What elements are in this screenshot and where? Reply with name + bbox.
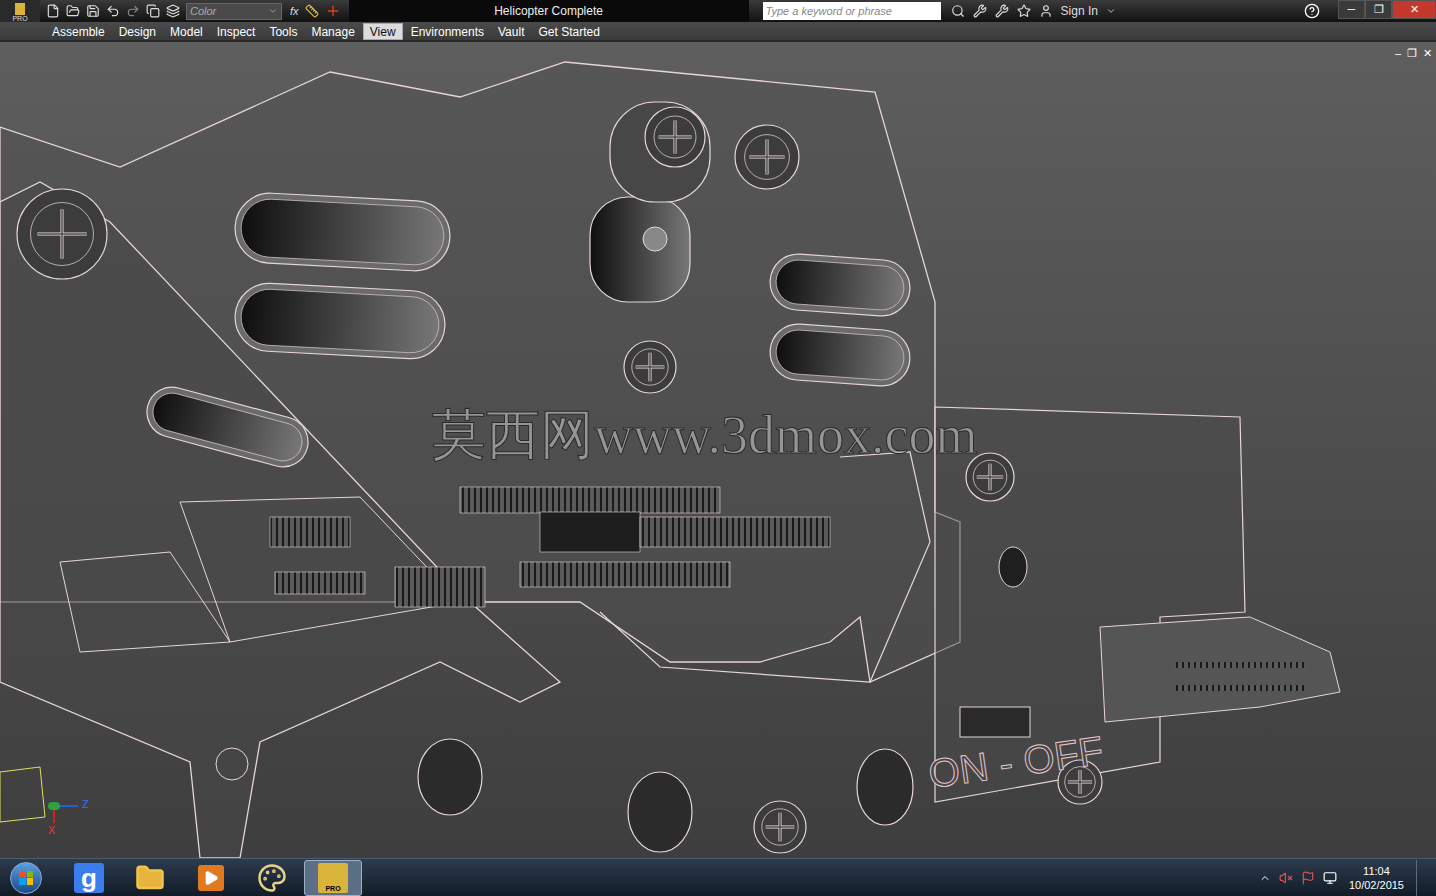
- user-icon: [1039, 4, 1053, 18]
- undo-icon[interactable]: [106, 4, 120, 18]
- add-icon[interactable]: [325, 3, 341, 19]
- gear: [460, 487, 720, 513]
- taskbar: g PRO 11:0410/02/2015: [0, 858, 1436, 896]
- slot: [768, 252, 912, 318]
- redo-icon[interactable]: [126, 4, 140, 18]
- viewport-control-button[interactable]: ✕: [1423, 45, 1432, 62]
- taskbar-app[interactable]: PRO: [304, 860, 362, 896]
- viewport-controls: –❐ ✕: [1395, 45, 1432, 62]
- bore: [590, 197, 690, 302]
- formula-button[interactable]: fx: [290, 3, 299, 20]
- ribbon-tab[interactable]: Vault: [492, 23, 530, 40]
- window-control-button[interactable]: ─: [1338, 0, 1365, 19]
- start-button[interactable]: [0, 859, 52, 896]
- google-icon: g: [74, 863, 104, 893]
- axis-triad: ZX: [44, 790, 104, 840]
- slot: [768, 322, 912, 388]
- clock[interactable]: 11:0410/02/2015: [1345, 864, 1408, 892]
- screw-icon: [754, 801, 806, 853]
- network-icon[interactable]: [1323, 871, 1337, 885]
- taskbar-app[interactable]: g: [60, 860, 118, 896]
- ribbon-tab[interactable]: View: [363, 23, 403, 40]
- app-logo-icon[interactable]: PRO: [0, 0, 40, 22]
- ribbon-tab[interactable]: Design: [113, 23, 162, 40]
- screw-icon: [645, 107, 705, 167]
- tools-icon[interactable]: [995, 4, 1009, 18]
- ribbon-tab[interactable]: Assemble: [46, 23, 111, 40]
- title-bar: PRO Colorfx Helicopter Complete Type a keyw…: [0, 0, 1436, 22]
- help-icon[interactable]: [1304, 3, 1320, 19]
- ribbon-tab[interactable]: Get Started: [532, 23, 605, 40]
- open-icon[interactable]: [66, 4, 80, 18]
- action-center-icon[interactable]: [1301, 871, 1315, 885]
- folder-icon: [135, 863, 165, 893]
- new-icon[interactable]: [46, 4, 60, 18]
- show-desktop-button[interactable]: [1416, 860, 1426, 896]
- ribbon-tab[interactable]: Model: [164, 23, 209, 40]
- ribbon-tab[interactable]: Inspect: [211, 23, 262, 40]
- gear: [520, 562, 730, 587]
- inventor-window: PRO Colorfx Helicopter Complete Type a keyw…: [0, 0, 1436, 896]
- window-control-button[interactable]: ✕: [1392, 0, 1436, 19]
- paint-icon: [257, 863, 287, 893]
- ribbon-tab[interactable]: Tools: [263, 23, 303, 40]
- slot: [141, 381, 313, 472]
- window-title: Helicopter Complete: [349, 0, 749, 22]
- tray-expand-icon[interactable]: [1259, 872, 1271, 884]
- system-tray: 11:0410/02/2015: [1259, 860, 1436, 896]
- wrench-icon[interactable]: [973, 4, 987, 18]
- media-player-icon: [198, 865, 224, 891]
- graphics-viewport[interactable]: –❐✕莫西网www.3dmox.comON - OFFZX: [0, 42, 1436, 858]
- copy-icon[interactable]: [146, 4, 160, 18]
- measure-icon[interactable]: [305, 4, 319, 18]
- slot: [233, 282, 446, 361]
- taskbar-app[interactable]: [182, 860, 240, 896]
- ribbon-tab[interactable]: Environments: [405, 23, 490, 40]
- gear: [640, 517, 830, 547]
- volume-icon[interactable]: [1279, 871, 1293, 885]
- sign-in-button[interactable]: Sign In: [1061, 2, 1098, 20]
- save-icon[interactable]: [86, 4, 100, 18]
- inventor-icon: PRO: [318, 863, 348, 893]
- color-dropdown[interactable]: Color: [186, 3, 282, 20]
- search-field[interactable]: Type a keyword or phrase: [763, 2, 941, 20]
- axis-label: X: [48, 822, 55, 839]
- gear: [275, 572, 365, 594]
- watermark: 莫西网www.3dmox.com: [432, 408, 977, 462]
- viewport-control-button[interactable]: ❐: [1407, 45, 1417, 62]
- screw-icon: [624, 341, 676, 393]
- ribbon-tabs: AssembleDesignModelInspectToolsManageVie…: [0, 22, 1436, 42]
- viewport-control-button[interactable]: –: [1395, 45, 1401, 62]
- star-icon[interactable]: [1017, 4, 1031, 18]
- window-control-button[interactable]: ❐: [1365, 0, 1392, 19]
- taskbar-app[interactable]: [121, 860, 179, 896]
- gear: [395, 567, 485, 607]
- quick-access-toolbar: [40, 4, 186, 18]
- screw-icon: [735, 125, 799, 189]
- taskbar-app[interactable]: [243, 860, 301, 896]
- window-controls: ─❐✕: [1338, 0, 1436, 22]
- ribbon-tab[interactable]: Manage: [305, 23, 360, 40]
- layers-icon[interactable]: [166, 4, 180, 18]
- axis-label: Z: [82, 796, 89, 813]
- gear: [270, 517, 350, 547]
- screw-icon: [17, 189, 107, 279]
- slot: [233, 191, 451, 272]
- binoculars-icon[interactable]: [951, 4, 965, 18]
